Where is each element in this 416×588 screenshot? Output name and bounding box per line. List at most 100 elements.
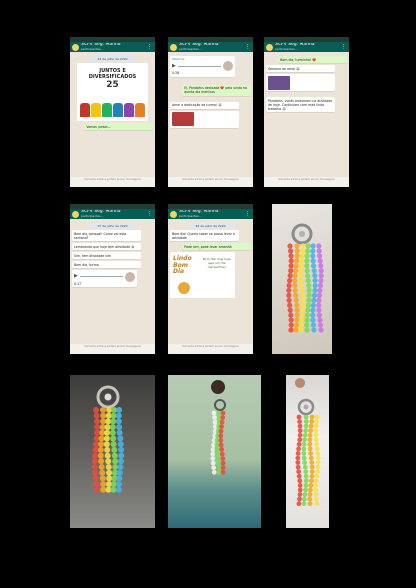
bead — [316, 292, 322, 298]
bead — [310, 253, 316, 259]
bead — [312, 273, 318, 279]
bead — [307, 492, 313, 497]
keychain-illustration — [295, 378, 321, 507]
bead — [304, 258, 310, 264]
bead — [318, 263, 324, 269]
greeting-title: Lindo Bom Dia — [173, 255, 192, 276]
bead — [301, 455, 307, 461]
bead — [292, 277, 298, 284]
bead — [301, 451, 307, 456]
bead — [111, 446, 118, 453]
bead — [301, 496, 307, 502]
bead — [316, 243, 322, 249]
chat-header: SCFV Seg. Manhã participantes... ⋮ — [70, 42, 155, 52]
admin-only-notice: Somente admins podem enviar mensagens — [168, 177, 253, 187]
bead — [296, 473, 302, 479]
keychain-illustration — [91, 385, 125, 493]
bead — [298, 327, 304, 333]
bead — [304, 268, 310, 274]
bead — [304, 327, 310, 333]
bead — [310, 312, 316, 318]
message-bubble: Semana de amor 😊 — [266, 65, 335, 72]
bead — [94, 418, 101, 425]
bead — [104, 424, 111, 431]
bead — [287, 307, 293, 313]
event-poster: JUNTOS E DIVERSIFICADOS 25 — [76, 63, 149, 121]
admin-only-notice: Somente admins podem enviar mensagens — [168, 344, 253, 354]
message-bubble: Parabéns, vocês arrasaram na atividade d… — [266, 97, 335, 112]
bead — [313, 478, 319, 484]
chat-area: Bom dia, turminha! ❤️ Semana de amor 😊 P… — [264, 52, 349, 116]
message-bubble: Pode sim, pode levar amanhã — [182, 243, 251, 250]
bead — [312, 277, 318, 284]
bead — [294, 317, 300, 323]
bead — [288, 327, 294, 333]
poster-illustration — [80, 103, 145, 117]
bead — [100, 407, 107, 413]
bead — [316, 297, 322, 303]
bead — [297, 437, 303, 443]
bead — [298, 322, 304, 328]
sender-avatar — [124, 271, 135, 282]
bead — [287, 248, 294, 254]
bead — [313, 487, 319, 493]
menu-icon: ⋮ — [245, 44, 251, 50]
bead — [93, 486, 100, 493]
bead — [112, 458, 119, 465]
bead — [297, 483, 303, 488]
bead — [306, 287, 312, 294]
hand — [211, 380, 225, 394]
bead — [303, 483, 309, 488]
bead — [99, 475, 106, 482]
bead — [220, 469, 226, 475]
voice-message: Telefone ▶ 0:28 — [170, 56, 235, 77]
bead — [307, 437, 313, 443]
bead — [315, 451, 321, 456]
chat-subtitle: participantes... — [81, 214, 104, 218]
bead — [92, 469, 99, 476]
bead — [308, 423, 314, 429]
bead — [314, 501, 320, 507]
bead — [296, 501, 302, 507]
bead — [286, 287, 292, 294]
bead — [220, 460, 226, 466]
bead — [305, 273, 311, 279]
bead — [293, 322, 300, 328]
bead — [104, 429, 111, 436]
bead — [294, 312, 300, 318]
chat-subtitle: participantes... — [81, 47, 104, 51]
bead — [118, 446, 125, 453]
poster-title: JUNTOS E DIVERSIFICADOS — [88, 68, 137, 80]
bead — [98, 464, 105, 470]
bead — [304, 253, 310, 259]
bead — [306, 282, 312, 289]
bead — [98, 441, 105, 448]
bead — [315, 455, 321, 461]
bead — [293, 263, 299, 269]
bead — [308, 428, 313, 434]
play-icon: ▶ — [74, 273, 78, 280]
greeting-message: Bom dia! Que hoje seja um dia maravilhos… — [202, 257, 231, 269]
bead — [302, 432, 308, 438]
chat-area: 27 de julho de 2020 Bom dia, pessoal! Co… — [70, 219, 155, 291]
bead — [313, 496, 319, 502]
bead — [314, 473, 320, 479]
chat-subtitle: participantes... — [179, 214, 202, 218]
bead — [309, 464, 315, 470]
bead — [288, 253, 294, 259]
bead — [300, 248, 306, 254]
bead — [313, 483, 319, 488]
bead — [118, 452, 125, 459]
chat-area: Telefone ▶ 0:28 Ei, Parabéns dedicada ❤️… — [168, 52, 253, 132]
bead — [117, 458, 124, 465]
bead — [302, 437, 307, 443]
bead — [97, 452, 104, 459]
bead — [318, 277, 324, 284]
bead — [116, 424, 123, 431]
bead — [287, 273, 293, 279]
bead — [299, 253, 305, 259]
bead — [302, 492, 308, 497]
bead — [116, 407, 123, 413]
bead — [304, 248, 311, 254]
chat-area: 28 de julho de 2020 Bom dia! Queria sabe… — [168, 219, 253, 302]
